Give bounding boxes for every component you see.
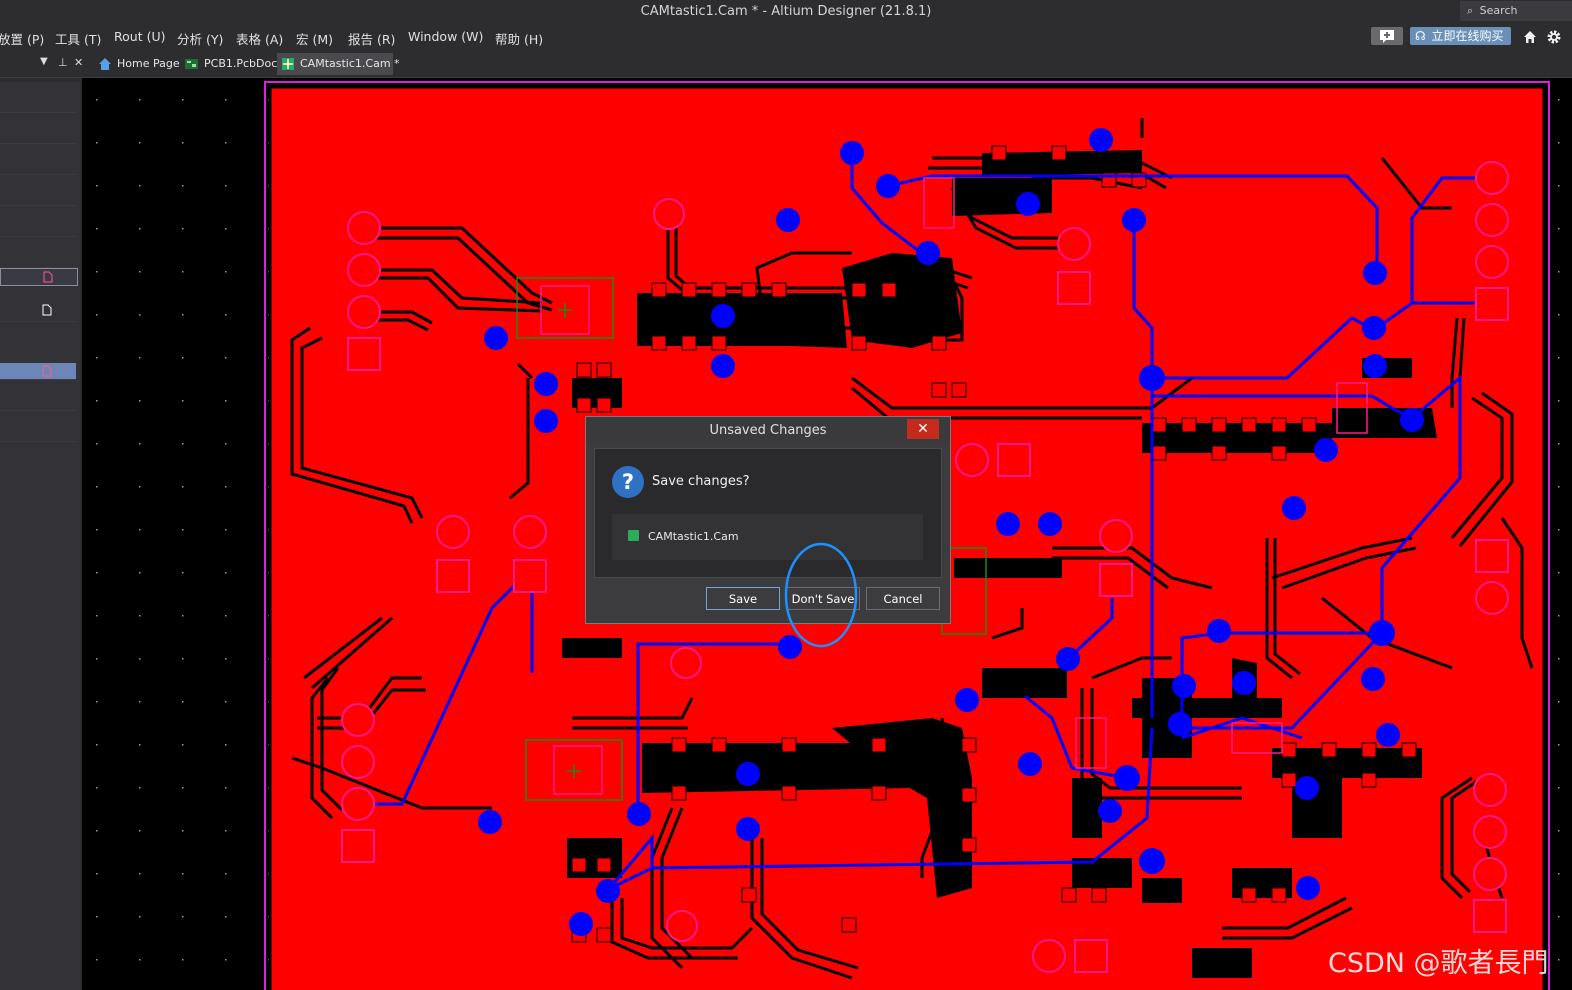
dialog-title: Unsaved Changes	[586, 417, 950, 445]
file-name: CAMtastic1.Cam	[648, 530, 739, 543]
dialog-question: Save changes?	[652, 474, 750, 489]
home-icon[interactable]	[1522, 29, 1538, 45]
menu-bar: 放置 (P) 工具 (T) Rout (U) 分析 (Y) 表格 (A) 宏 (…	[0, 24, 1572, 50]
menu-reports[interactable]: 报告 (R)	[348, 29, 395, 48]
menu-place[interactable]: 放置 (P)	[0, 29, 44, 48]
gear-icon[interactable]	[1546, 29, 1562, 45]
pcb-doc-icon	[185, 59, 198, 69]
question-icon: ?	[612, 466, 644, 498]
window-title: CAMtastic1.Cam * - Altium Designer (21.8…	[640, 4, 932, 19]
tab-label: Home Page	[117, 57, 180, 70]
tree-item-selected[interactable]	[0, 363, 76, 380]
tree-item[interactable]	[0, 268, 78, 286]
cancel-button[interactable]: Cancel	[866, 587, 940, 610]
pin-icon[interactable]: ⊥	[58, 56, 68, 69]
tab-home-page[interactable]: Home Page	[96, 53, 180, 75]
panel-menu-icon[interactable]: ▼	[40, 56, 48, 67]
tab-camtastic1[interactable]: CAMtastic1.Cam *	[277, 53, 400, 75]
search-box[interactable]: ⌕ Search	[1460, 1, 1572, 21]
save-button[interactable]: Save	[706, 587, 780, 610]
home-icon	[99, 58, 111, 70]
menu-help[interactable]: 帮助 (H)	[495, 29, 543, 48]
document-icon	[42, 365, 52, 377]
menu-macro[interactable]: 宏 (M)	[296, 29, 333, 48]
menu-analysis[interactable]: 分析 (Y)	[177, 29, 223, 48]
document-icon	[43, 271, 53, 283]
panel-close-icon[interactable]: ✕	[74, 56, 83, 69]
cam-doc-icon	[282, 58, 294, 70]
chat-icon	[1380, 30, 1394, 43]
unsaved-changes-dialog: Unsaved Changes ✕ ? Save changes? CAMtas…	[585, 416, 951, 624]
title-bar: CAMtastic1.Cam * - Altium Designer (21.8…	[0, 0, 1572, 24]
tab-label: CAMtastic1.Cam *	[300, 57, 400, 70]
menu-window[interactable]: Window (W)	[408, 29, 483, 44]
feedback-button[interactable]	[1371, 27, 1403, 45]
menu-rout[interactable]: Rout (U)	[114, 29, 165, 44]
search-icon: ⌕	[1467, 4, 1474, 17]
tab-label: PCB1.PcbDoc	[204, 57, 278, 70]
file-list: CAMtastic1.Cam	[612, 514, 923, 560]
document-icon	[42, 304, 52, 316]
menu-tools[interactable]: 工具 (T)	[55, 29, 101, 48]
watermark: CSDN @歌者長門	[1328, 948, 1549, 979]
tab-pcb1[interactable]: PCB1.PcbDoc	[184, 53, 278, 75]
close-icon[interactable]: ✕	[907, 419, 939, 439]
buy-online-button[interactable]: ☊ 立即在线购买	[1410, 27, 1511, 45]
buy-online-label: 立即在线购买	[1431, 29, 1504, 43]
cam-doc-icon	[628, 530, 639, 541]
highlight-circle	[784, 542, 858, 648]
menu-tables[interactable]: 表格 (A)	[236, 29, 283, 48]
panel-tree	[0, 82, 80, 990]
headset-icon: ☊	[1415, 29, 1426, 43]
search-label: Search	[1479, 4, 1518, 17]
tree-item[interactable]	[0, 299, 76, 322]
dialog-body: ? Save changes? CAMtastic1.Cam	[594, 448, 942, 578]
